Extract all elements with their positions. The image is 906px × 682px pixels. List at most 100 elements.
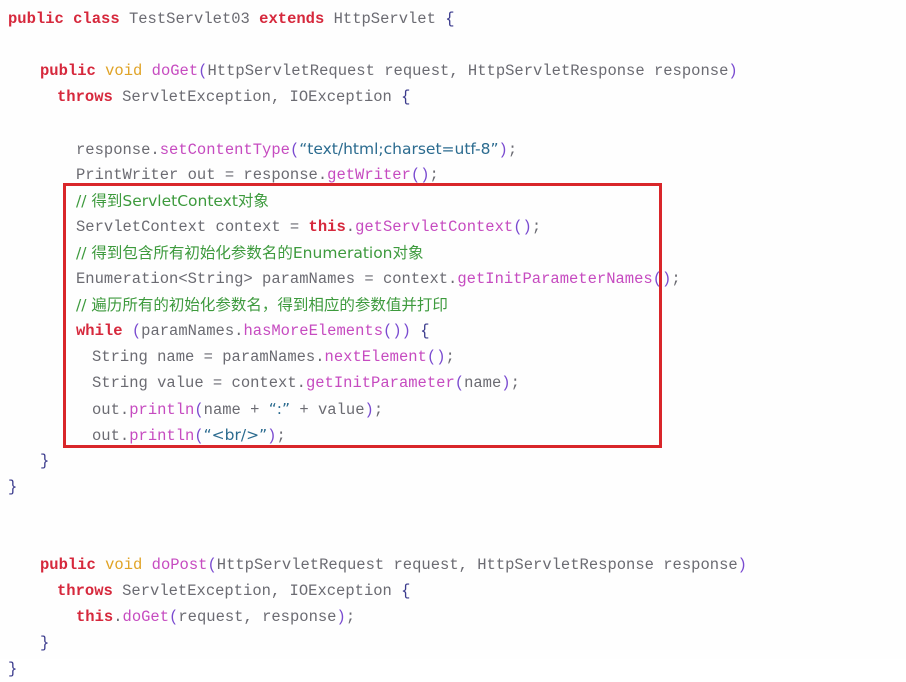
- code-token-meth: println: [129, 427, 195, 445]
- code-token-brace: {: [420, 322, 430, 340]
- code-line: }: [0, 656, 906, 682]
- code-token-kw: throws: [57, 582, 113, 600]
- code-token-paren: (: [513, 218, 523, 236]
- code-token-paren: ): [522, 218, 532, 236]
- code-token-meth: setContentType: [159, 141, 290, 159]
- code-token-cmt: // 得到包含所有初始化参数名的Enumeration对象: [76, 244, 424, 262]
- code-token-type: ServletException, IOException: [112, 88, 402, 106]
- code-token-kw: throws: [57, 88, 113, 106]
- code-token-kw: while: [76, 322, 123, 340]
- code-token-brace: }: [8, 478, 18, 496]
- code-token-paren: ): [728, 62, 738, 80]
- code-token-paren: (: [131, 322, 142, 340]
- code-token-kw: this: [308, 218, 346, 236]
- code-token-str: “:”: [268, 400, 291, 418]
- code-token-meth: hasMoreElements: [243, 322, 383, 340]
- code-token-plain: response.: [76, 141, 160, 159]
- code-line: out.println(“<br/>”);: [0, 422, 906, 448]
- code-block: public class TestServlet03 extends HttpS…: [0, 0, 906, 682]
- code-token-plain: out.: [92, 401, 130, 419]
- code-token-paren: ): [662, 270, 672, 288]
- code-token-brace: }: [40, 452, 50, 470]
- code-token-paren: (: [383, 322, 393, 340]
- code-token-plain: name: [464, 374, 502, 392]
- code-token-paren: (: [194, 401, 204, 419]
- code-token-plain: String name = paramNames.: [92, 348, 325, 366]
- code-token-kw: this: [76, 608, 114, 626]
- code-line: out.println(name + “:” + value);: [0, 396, 906, 422]
- code-token-plain: .: [345, 218, 356, 236]
- code-token-meth: nextElement: [324, 348, 427, 366]
- code-line: ServletContext context = this.getServlet…: [0, 214, 906, 240]
- code-line: throws ServletException, IOException {: [0, 84, 906, 110]
- code-token-paren: ): [420, 166, 430, 184]
- code-token-kw: public: [8, 10, 64, 28]
- code-token-brace: {: [401, 582, 411, 600]
- code-token-plain: ;: [276, 427, 286, 445]
- code-token-str: “text/html;charset=utf-8”: [299, 140, 499, 158]
- code-line: // 遍历所有的初始化参数名，得到相应的参数值并打印: [0, 292, 906, 318]
- code-token-type: TestServlet03: [119, 10, 260, 28]
- code-line: public void doPost(HttpServletRequest re…: [0, 552, 906, 578]
- code-token-paren: (: [289, 141, 300, 159]
- code-line: public class TestServlet03 extends HttpS…: [0, 6, 906, 32]
- code-line: public void doGet(HttpServletRequest req…: [0, 58, 906, 84]
- code-line: }: [0, 474, 906, 500]
- code-token-plain: PrintWriter out = response.: [76, 166, 328, 184]
- code-token-paren: (: [454, 374, 465, 392]
- code-token-paren: ): [392, 322, 402, 340]
- code-token-kw2: void: [105, 556, 143, 574]
- code-token-paren: (: [426, 348, 437, 366]
- code-token-cmt: // 得到ServletContext对象: [76, 192, 269, 210]
- code-token-paren: (: [169, 608, 179, 626]
- code-token-meth: doGet: [122, 608, 170, 626]
- code-token-paren: (: [652, 270, 663, 288]
- code-token-plain: name +: [203, 401, 269, 419]
- code-token-plain: out.: [92, 427, 130, 445]
- code-token-kw: public: [40, 556, 96, 574]
- code-token-paren: (: [410, 166, 421, 184]
- code-token-paren: ): [436, 348, 446, 366]
- code-token-plain: String value = context.: [92, 374, 306, 392]
- code-token-brace: {: [401, 88, 411, 106]
- code-line: String name = paramNames.nextElement();: [0, 344, 906, 370]
- code-token-plain: ;: [507, 141, 518, 159]
- code-token-plain: .: [113, 608, 123, 626]
- code-token-paren: (: [207, 556, 217, 574]
- code-line: response.setContentType(“text/html;chars…: [0, 136, 906, 162]
- code-token-plain: paramNames.: [141, 322, 244, 340]
- code-token-type: HttpServlet: [324, 10, 446, 28]
- code-token-plain: ;: [345, 608, 356, 626]
- code-token-meth: doGet: [151, 62, 199, 80]
- code-token-type: ServletException, IOException: [112, 582, 402, 600]
- code-token-plain: ;: [445, 348, 455, 366]
- code-token-meth: getInitParameterNames: [457, 270, 653, 288]
- code-line: // 得到包含所有初始化参数名的Enumeration对象: [0, 240, 906, 266]
- code-token-plain: + value: [290, 401, 365, 419]
- code-line: throws ServletException, IOException {: [0, 578, 906, 604]
- code-token-kw: class: [73, 10, 120, 28]
- code-token-kw: extends: [259, 10, 325, 28]
- code-token-type: HttpServletRequest request, HttpServletR…: [216, 556, 738, 574]
- code-line: }: [0, 630, 906, 656]
- code-token-kw2: void: [105, 62, 143, 80]
- code-token-brace: }: [40, 634, 50, 652]
- code-screenshot-surface: public class TestServlet03 extends HttpS…: [0, 0, 906, 678]
- code-token-plain: Enumeration<String> paramNames = context…: [76, 270, 458, 288]
- code-token-brace: {: [445, 10, 455, 28]
- code-line: Enumeration<String> paramNames = context…: [0, 266, 906, 292]
- code-token-plain: ServletContext context =: [76, 218, 309, 236]
- code-token-str: “<br/>”: [203, 426, 268, 444]
- code-token-meth: getInitParameter: [305, 374, 455, 392]
- code-token-plain: ;: [429, 166, 439, 184]
- code-token-type: HttpServletRequest request, HttpServletR…: [207, 62, 729, 80]
